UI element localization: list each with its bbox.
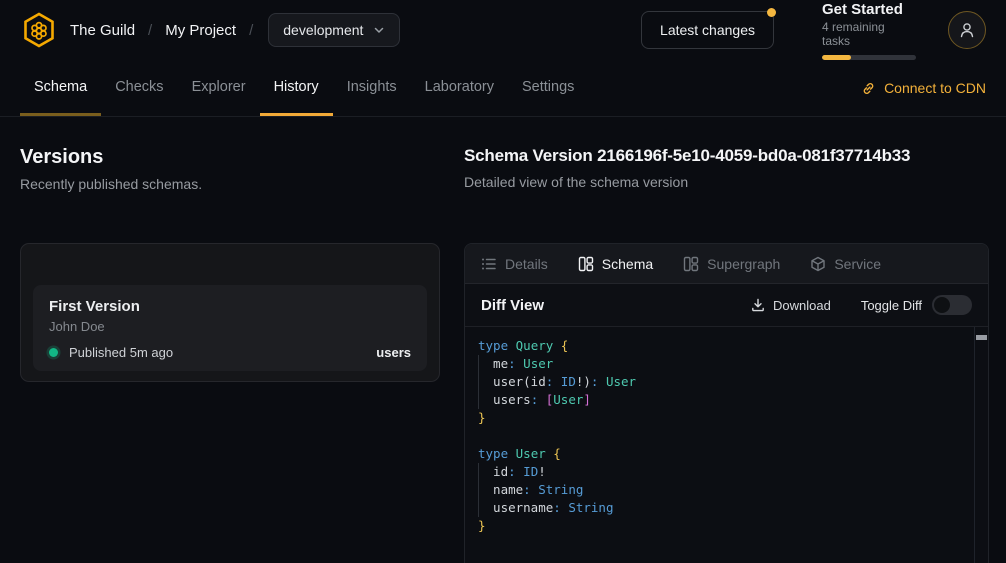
version-detail-subtitle: Detailed view of the schema version: [464, 174, 989, 190]
header-right: Latest changes Get Started 4 remaining t…: [641, 1, 986, 60]
detail-tabbar: Details Schema: [465, 244, 988, 284]
tab-schema[interactable]: Schema: [578, 256, 653, 272]
download-label: Download: [773, 298, 831, 313]
code-line: type User {: [478, 445, 972, 463]
version-name: First Version: [49, 298, 411, 315]
code-line: user(id: ID!): User: [478, 373, 972, 391]
version-detail-title: Schema Version 2166196f-5e10-4059-bd0a-0…: [464, 146, 989, 166]
breadcrumb-project[interactable]: My Project: [165, 22, 236, 39]
tab-supergraph[interactable]: Supergraph: [683, 256, 780, 272]
app-header: The Guild / My Project / development Lat…: [0, 0, 1006, 60]
user-avatar[interactable]: [948, 11, 986, 49]
connect-to-cdn-label: Connect to CDN: [884, 80, 986, 96]
version-author: John Doe: [49, 319, 411, 334]
get-started-widget: Get Started 4 remaining tasks: [822, 1, 916, 60]
version-status-row: Published 5m ago users: [49, 345, 411, 360]
toggle-diff-switch[interactable]: [932, 295, 972, 315]
target-selector[interactable]: development: [268, 13, 400, 47]
list-icon: [481, 256, 497, 272]
code-lines: type Query { me: User user(id: ID!): Use…: [478, 337, 972, 535]
download-icon: [751, 298, 765, 312]
version-detail-card: Details Schema: [464, 243, 989, 563]
breadcrumb-separator: /: [148, 22, 152, 39]
tab-schema-label: Schema: [602, 256, 653, 272]
page: { "colors": { "accent_gold": "#f4b740", …: [0, 0, 1006, 563]
download-button[interactable]: Download: [751, 298, 831, 313]
nav-tab-insights[interactable]: Insights: [333, 60, 411, 116]
nav-tab-explorer[interactable]: Explorer: [178, 60, 260, 116]
columns-icon: [578, 256, 594, 272]
version-list-item[interactable]: First Version John Doe Published 5m ago …: [33, 285, 427, 371]
diff-view-title: Diff View: [481, 297, 544, 314]
version-status-text: Published 5m ago: [69, 345, 173, 360]
get-started-progress-fill: [822, 55, 851, 60]
toggle-knob: [934, 297, 950, 313]
tab-service-label: Service: [834, 256, 881, 272]
nav-tab-schema[interactable]: Schema: [20, 60, 101, 116]
versions-panel: Versions Recently published schemas. Fir…: [20, 146, 440, 563]
code-line: me: User: [478, 355, 972, 373]
main-content: Versions Recently published schemas. Fir…: [0, 118, 1006, 563]
code-line: username: String: [478, 499, 972, 517]
code-scrollbar: [974, 327, 988, 563]
connect-to-cdn-link[interactable]: Connect to CDN: [861, 60, 986, 116]
breadcrumb-separator: /: [249, 22, 253, 39]
code-line: type Query {: [478, 337, 972, 355]
latest-changes-button[interactable]: Latest changes: [641, 11, 774, 49]
get-started-title: Get Started: [822, 1, 916, 19]
diff-view-header: Diff View Download Toggle Diff: [465, 284, 988, 327]
code-line: [478, 427, 972, 445]
indent-guide: [478, 355, 479, 409]
tab-service[interactable]: Service: [810, 256, 881, 272]
code-line: }: [478, 409, 972, 427]
columns-icon: [683, 256, 699, 272]
latest-changes-label: Latest changes: [660, 22, 755, 38]
versions-subtitle: Recently published schemas.: [20, 176, 440, 192]
code-line: id: ID!: [478, 463, 972, 481]
guild-logo-icon[interactable]: [20, 11, 58, 49]
code-line: name: String: [478, 481, 972, 499]
cube-icon: [810, 256, 826, 272]
code-line: }: [478, 517, 972, 535]
get-started-subtitle: 4 remaining tasks: [822, 20, 916, 48]
version-detail-panel: Schema Version 2166196f-5e10-4059-bd0a-0…: [464, 146, 989, 563]
code-line: users: [User]: [478, 391, 972, 409]
indent-guide: [478, 463, 479, 517]
nav-tab-checks[interactable]: Checks: [101, 60, 177, 116]
published-status-dot: [49, 348, 58, 357]
scrollbar-thumb[interactable]: [976, 335, 987, 340]
target-selector-value: development: [283, 22, 363, 38]
tab-details-label: Details: [505, 256, 548, 272]
primary-nav: Schema Checks Explorer History Insights …: [0, 60, 1006, 117]
versions-list-card: First Version John Doe Published 5m ago …: [20, 243, 440, 382]
notification-dot: [767, 8, 776, 17]
nav-tab-history[interactable]: History: [260, 60, 333, 116]
schema-code-viewer[interactable]: type Query { me: User user(id: ID!): Use…: [465, 327, 988, 563]
person-icon: [958, 21, 976, 39]
version-service-badge: users: [376, 345, 411, 360]
toggle-diff-label: Toggle Diff: [861, 298, 922, 313]
nav-tab-settings[interactable]: Settings: [508, 60, 588, 116]
link-icon: [861, 81, 876, 96]
nav-tab-laboratory[interactable]: Laboratory: [411, 60, 508, 116]
versions-title: Versions: [20, 146, 440, 169]
breadcrumb-org[interactable]: The Guild: [70, 22, 135, 39]
tab-supergraph-label: Supergraph: [707, 256, 780, 272]
chevron-down-icon: [373, 24, 385, 36]
get-started-progressbar[interactable]: [822, 55, 916, 60]
tab-details[interactable]: Details: [481, 256, 548, 272]
